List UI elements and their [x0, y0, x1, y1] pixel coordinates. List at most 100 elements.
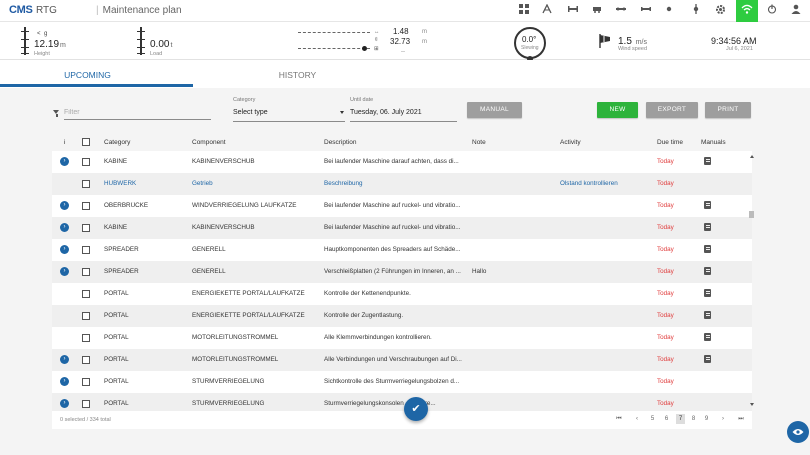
print-button[interactable]: PRINT [705, 102, 751, 118]
page-button[interactable]: 9 [702, 414, 711, 424]
height-arrow-right: g [44, 31, 48, 37]
scroll-down-icon[interactable] [750, 403, 754, 406]
trolley-icon[interactable] [590, 4, 604, 18]
row-checkbox[interactable] [82, 290, 90, 298]
cell-description: Beschreibung [324, 180, 363, 187]
hoist-icon[interactable] [639, 4, 653, 18]
row-checkbox[interactable] [82, 158, 90, 166]
manual-document-icon[interactable] [704, 201, 711, 209]
page-button[interactable]: 6 [662, 414, 671, 424]
next-page-button[interactable]: › [718, 414, 728, 424]
manual-button[interactable]: MANUAL [467, 102, 522, 118]
slewing-icon[interactable] [689, 4, 703, 18]
scroll-up-icon[interactable] [750, 155, 754, 158]
load-label: Load [150, 51, 163, 57]
row-checkbox[interactable] [82, 202, 90, 210]
cell-component: KABINENVERSCHUB [192, 158, 255, 165]
tab-history[interactable]: HISTORY [210, 60, 385, 88]
expand-row-icon[interactable]: › [60, 201, 69, 210]
manual-document-icon[interactable] [704, 245, 711, 253]
wifi-icon[interactable] [736, 0, 758, 22]
row-checkbox[interactable] [82, 224, 90, 232]
row-checkbox[interactable] [82, 246, 90, 254]
description-column-header[interactable]: Description [324, 139, 357, 146]
trolley-rail-top [298, 32, 370, 33]
until-date-field[interactable]: Tuesday, 06. July 2021 [350, 106, 457, 122]
row-checkbox[interactable] [82, 180, 90, 188]
cell-activity: Ölstand kontrollieren [560, 180, 618, 187]
manual-document-icon[interactable] [704, 267, 711, 275]
row-checkbox[interactable] [82, 356, 90, 364]
row-checkbox[interactable] [82, 378, 90, 386]
view-fab[interactable] [787, 421, 809, 443]
table-row[interactable]: HUBWERK Getrieb Beschreibung Ölstand kontro… [52, 173, 752, 195]
activity-column-header[interactable]: Activity [560, 139, 581, 146]
cell-description: Hauptkomponenten des Spreaders auf Schäd… [324, 246, 461, 253]
category-column-header[interactable]: Category [104, 139, 130, 146]
top-bar: CMS RTG Maintenance plan [0, 0, 810, 22]
category-select[interactable]: Select type [233, 106, 345, 122]
page-button[interactable]: 8 [689, 414, 698, 424]
power-icon[interactable] [765, 4, 779, 18]
expand-row-icon[interactable]: › [60, 377, 69, 386]
table-row[interactable]: › PORTAL STURMVERRIEGELUNG Sichtkontrolle d… [52, 371, 752, 393]
manual-document-icon[interactable] [704, 311, 711, 319]
table-row[interactable]: PORTAL MOTORLEITUNGSTROMMEL Alle Klemmverb… [52, 327, 752, 349]
table-row[interactable]: PORTAL ENERGIEKETTE PORTAL/LAUFKATZE Kontr… [52, 283, 752, 305]
last-page-button[interactable]: ⏭ [736, 414, 746, 424]
manual-document-icon[interactable] [704, 223, 711, 231]
crane-icon[interactable] [540, 3, 554, 18]
new-button[interactable]: NEW [597, 102, 638, 118]
user-icon[interactable] [789, 4, 803, 18]
table-row[interactable]: PORTAL ENERGIEKETTE PORTAL/LAUFKATZE Kontr… [52, 305, 752, 327]
cell-description: Bei laufender Maschine auf ruckel- und v… [324, 202, 461, 209]
table-row[interactable]: › KABINE KABINENVERSCHUB Bei laufender Masc… [52, 217, 752, 239]
eye-icon [792, 429, 804, 435]
table-row[interactable]: › KABINE KABINENVERSCHUB Bei laufender Masc… [52, 151, 752, 173]
export-button[interactable]: EXPORT [646, 102, 698, 118]
settings-icon[interactable] [713, 4, 727, 18]
category-label: Category [233, 97, 256, 103]
manual-document-icon[interactable] [704, 333, 711, 341]
manual-document-icon[interactable] [704, 157, 711, 165]
trolley-hoist-icon: ⇳ [374, 37, 379, 43]
note-column-header[interactable]: Note [472, 139, 486, 146]
expand-row-icon[interactable]: › [60, 399, 69, 408]
table-row[interactable]: › SPREADER GENERELL Verschleißplatten (2 Fü… [52, 261, 752, 283]
expand-row-icon[interactable]: › [60, 157, 69, 166]
cell-description: Sichtkontrolle des Sturmverriegelungsbol… [324, 378, 460, 385]
row-checkbox[interactable] [82, 312, 90, 320]
row-checkbox[interactable] [82, 400, 90, 408]
confirm-fab[interactable]: ✔ [404, 397, 428, 421]
prev-page-button[interactable]: ‹ [632, 414, 642, 424]
table-row[interactable]: › OBERBRÜCKE WINDVERRIEGELUNG LAUFKATZE Bei… [52, 195, 752, 217]
scrollbar-thumb[interactable] [749, 211, 754, 218]
table-row[interactable]: › SPREADER GENERELL Hauptkomponenten des Sp… [52, 239, 752, 261]
page-button-current[interactable]: 7 [676, 414, 685, 424]
due-time-column-header[interactable]: Due time [657, 139, 683, 146]
cell-due-time: Today [657, 378, 674, 385]
manual-document-icon[interactable] [704, 289, 711, 297]
dashboard-icon[interactable] [517, 4, 531, 18]
row-checkbox[interactable] [82, 334, 90, 342]
cell-note: Hallo [472, 268, 487, 275]
until-date-value: Tuesday, 06. July 2021 [350, 109, 422, 116]
gantry-icon[interactable] [614, 4, 628, 18]
page-button[interactable]: 5 [648, 414, 657, 424]
first-page-button[interactable]: ⏮ [614, 414, 624, 424]
manual-document-icon[interactable] [704, 355, 711, 363]
sensor-icon[interactable] [662, 4, 676, 18]
brand-logo: CMS [9, 4, 33, 16]
select-all-checkbox[interactable] [82, 138, 90, 146]
component-column-header[interactable]: Component [192, 139, 226, 146]
expand-row-icon[interactable]: › [60, 223, 69, 232]
expand-row-icon[interactable]: › [60, 267, 69, 276]
filter-input[interactable] [64, 106, 211, 120]
expand-row-icon[interactable]: › [60, 245, 69, 254]
spreader-icon[interactable] [566, 4, 580, 18]
row-checkbox[interactable] [82, 268, 90, 276]
cell-due-time: Today [657, 246, 674, 253]
cell-category: KABINE [104, 158, 128, 165]
table-row[interactable]: › PORTAL MOTORLEITUNGSTROMMEL Alle Verbindu… [52, 349, 752, 371]
expand-row-icon[interactable]: › [60, 355, 69, 364]
